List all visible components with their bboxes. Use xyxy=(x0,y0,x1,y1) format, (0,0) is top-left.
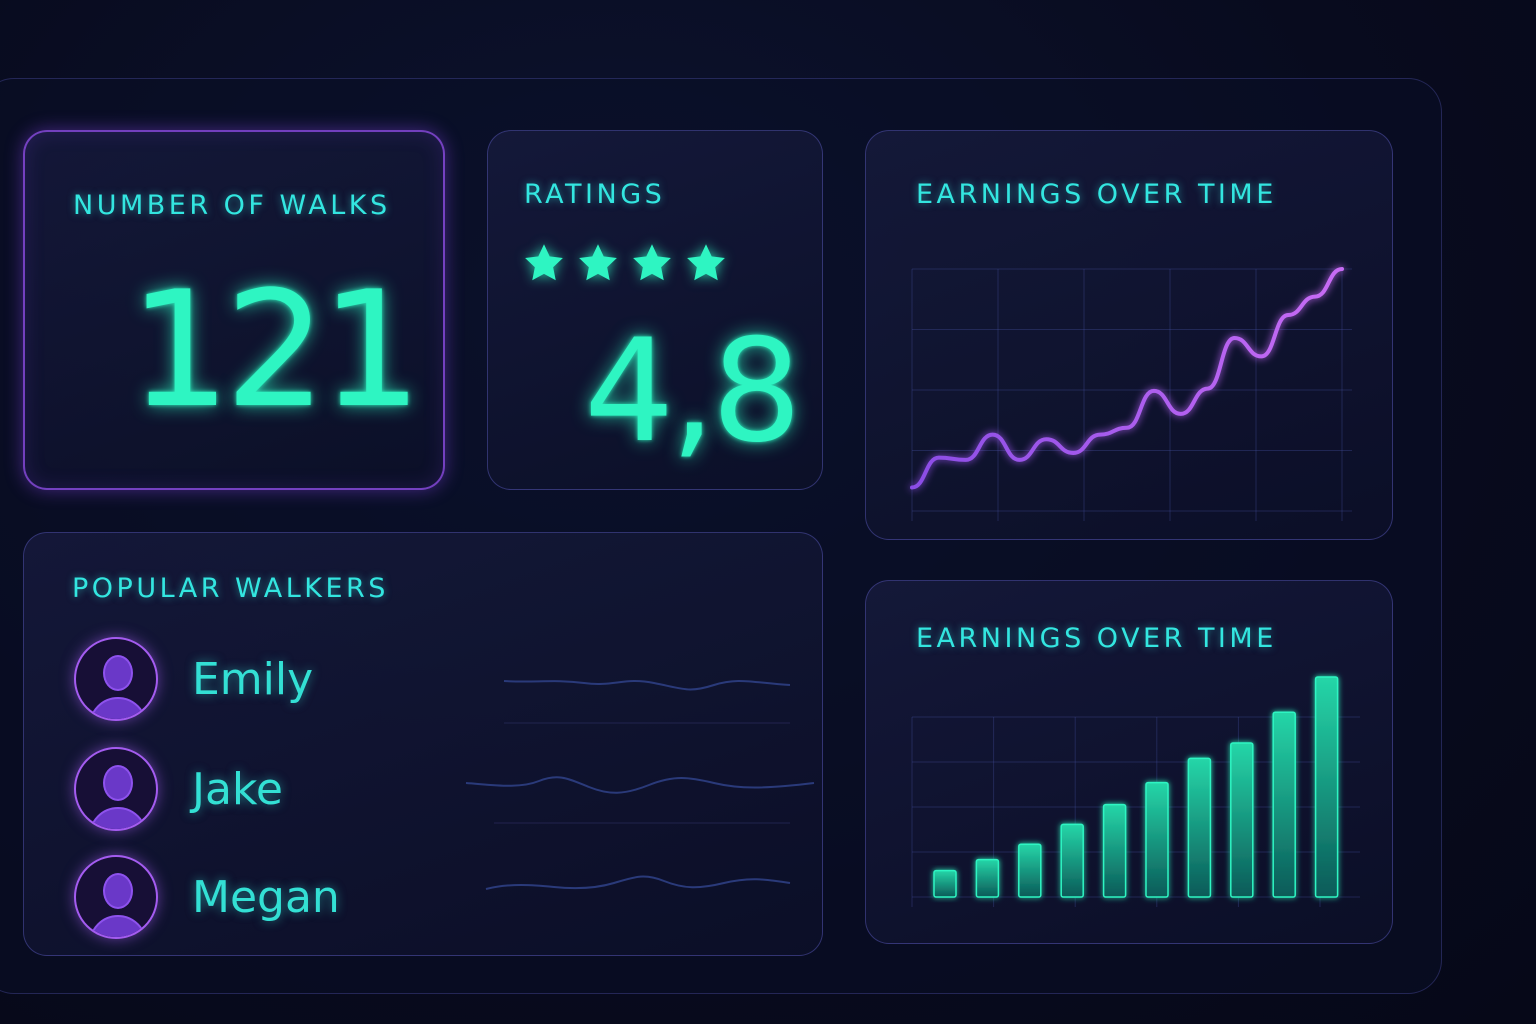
bar-4 xyxy=(1060,823,1084,898)
star-icon xyxy=(525,244,563,281)
walks-card[interactable]: NUMBER OF WALKS 121 xyxy=(23,130,445,490)
bar-8 xyxy=(1230,742,1254,898)
walks-count: 121 xyxy=(129,256,422,443)
earnings-line xyxy=(910,267,1344,490)
ratings-card-title: RATINGS xyxy=(524,179,666,210)
sparkline-emily xyxy=(503,680,791,691)
bar-1 xyxy=(933,869,957,898)
sparkline-jake xyxy=(465,776,815,794)
earnings-bar-chart xyxy=(911,676,1360,907)
star-icon xyxy=(579,244,617,281)
earnings-line-card[interactable]: EARNINGS OVER TIME xyxy=(865,130,1393,540)
star-rating xyxy=(522,241,728,285)
bar-2 xyxy=(975,858,1000,898)
bar-3 xyxy=(1018,843,1042,898)
walker-sparklines xyxy=(465,680,815,890)
ratings-card[interactable]: RATINGS 4,8 xyxy=(487,130,823,490)
bar-7 xyxy=(1187,757,1212,898)
walks-card-title: NUMBER OF WALKS xyxy=(73,190,391,221)
popular-walkers-card[interactable]: POPULAR WALKERS Emily Jake Megan xyxy=(23,532,823,956)
bar-10 xyxy=(1314,676,1339,898)
star-icon xyxy=(633,244,671,281)
earnings-bar-card[interactable]: EARNINGS OVER TIME xyxy=(865,580,1393,944)
sparkline-megan xyxy=(485,875,791,890)
rating-value: 4,8 xyxy=(584,309,802,474)
star-icon xyxy=(687,244,725,281)
bar-5 xyxy=(1102,803,1127,898)
bar-9 xyxy=(1272,711,1296,898)
earnings-line-chart xyxy=(910,267,1352,521)
bar-6 xyxy=(1145,781,1169,898)
